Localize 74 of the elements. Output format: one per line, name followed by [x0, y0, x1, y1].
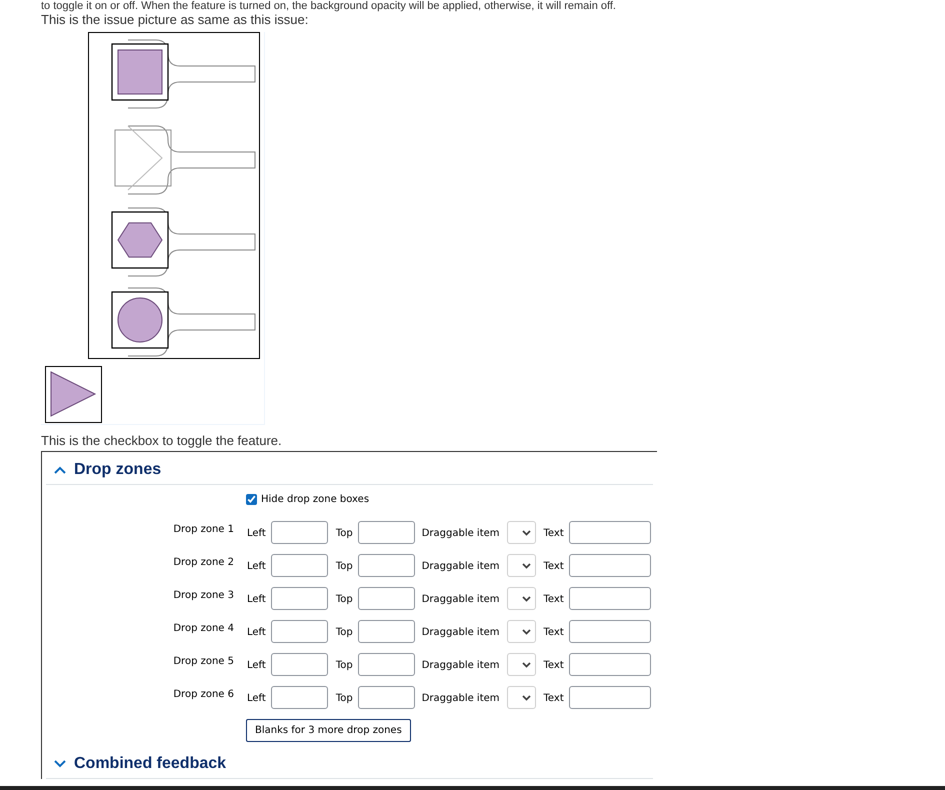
caption-text: This is the issue picture as same as this issue:: [40, 12, 310, 28]
caret-icon: [522, 694, 531, 700]
caret-icon: [522, 562, 531, 568]
field-label: Draggable item: [422, 560, 500, 574]
drop-zone-label: Drop zone 5: [172, 655, 234, 669]
field-label: Draggable item: [422, 593, 500, 607]
field-label: Left: [247, 593, 266, 607]
drop-zone-label: Drop zone 2: [172, 556, 234, 570]
placed-item[interactable]: [111, 211, 169, 269]
caption-text: This is the checkbox to toggle the feature.: [40, 433, 283, 449]
input-field[interactable]: [270, 521, 328, 544]
add-blanks-button[interactable]: Blanks for 3 more drop zones: [246, 719, 411, 742]
field-label: Top: [336, 593, 353, 607]
field-label: Draggable item: [422, 626, 500, 640]
field-label: Draggable item: [422, 527, 500, 541]
placed-item[interactable]: [111, 43, 169, 101]
field-label: Left: [247, 659, 266, 673]
dropdown[interactable]: [506, 686, 536, 709]
section-toggle-link[interactable]: Combined feedback: [74, 754, 226, 774]
input-field[interactable]: [270, 554, 328, 577]
drop-zone-label: Drop zone 3: [172, 589, 234, 603]
field-label: Text: [544, 659, 564, 673]
input-field[interactable]: [568, 686, 651, 709]
field-label: Text: [544, 626, 564, 640]
field-label: Top: [336, 560, 353, 574]
input-field[interactable]: [358, 521, 415, 544]
field-label: Top: [336, 692, 353, 706]
field-label: Text: [544, 560, 564, 574]
dropdown[interactable]: [506, 554, 536, 577]
input-field[interactable]: [568, 554, 651, 577]
drop-zone-label: Drop zone 4: [172, 622, 234, 636]
caret-icon: [522, 662, 531, 668]
drop-zone-label: Drop zone 1: [172, 523, 234, 537]
field-label: Left: [247, 626, 266, 640]
field-label: Left: [247, 560, 266, 574]
field-label: Left: [247, 527, 266, 541]
input-field[interactable]: [358, 620, 415, 643]
chevron-up-icon: [54, 466, 66, 474]
field-label: Top: [336, 626, 353, 640]
dropdown[interactable]: [506, 620, 536, 643]
checkbox[interactable]: [246, 494, 257, 505]
dropdown[interactable]: [506, 521, 536, 544]
caret-icon: [522, 530, 531, 536]
field-label: Text: [544, 527, 564, 541]
checkbox-label: Hide drop zone boxes: [261, 493, 370, 507]
input-field[interactable]: [358, 686, 415, 709]
chevron-down-icon: [54, 760, 66, 768]
draggable-item[interactable]: [45, 366, 102, 423]
caret-icon: [522, 628, 531, 634]
input-field[interactable]: [270, 653, 328, 676]
field-label: Text: [544, 692, 564, 706]
input-field[interactable]: [568, 521, 651, 544]
input-field[interactable]: [568, 620, 651, 643]
input-field[interactable]: [358, 587, 415, 610]
input-field[interactable]: [358, 554, 415, 577]
field-label: Draggable item: [422, 692, 500, 706]
drop-zone-label: Drop zone 6: [172, 688, 234, 702]
input-field[interactable]: [270, 620, 328, 643]
section-toggle-link[interactable]: Drop zones: [74, 460, 162, 480]
dropdown[interactable]: [506, 653, 536, 676]
field-label: Text: [544, 593, 564, 607]
field-label: Top: [336, 659, 353, 673]
input-field[interactable]: [270, 686, 328, 709]
intro-text: to toggle it on or off. When the feature is turned on, the background opacity will be applied, otherwise, it will remain off.: [40, 0, 617, 12]
placed-item[interactable]: [111, 291, 169, 349]
field-label: Draggable item: [422, 659, 500, 673]
dropdown[interactable]: [506, 587, 536, 610]
input-field[interactable]: [568, 587, 651, 610]
caret-icon: [522, 596, 531, 602]
input-field[interactable]: [358, 653, 415, 676]
input-field[interactable]: [568, 653, 651, 676]
field-label: Left: [247, 692, 266, 706]
input-field[interactable]: [270, 587, 328, 610]
field-label: Top: [336, 527, 353, 541]
